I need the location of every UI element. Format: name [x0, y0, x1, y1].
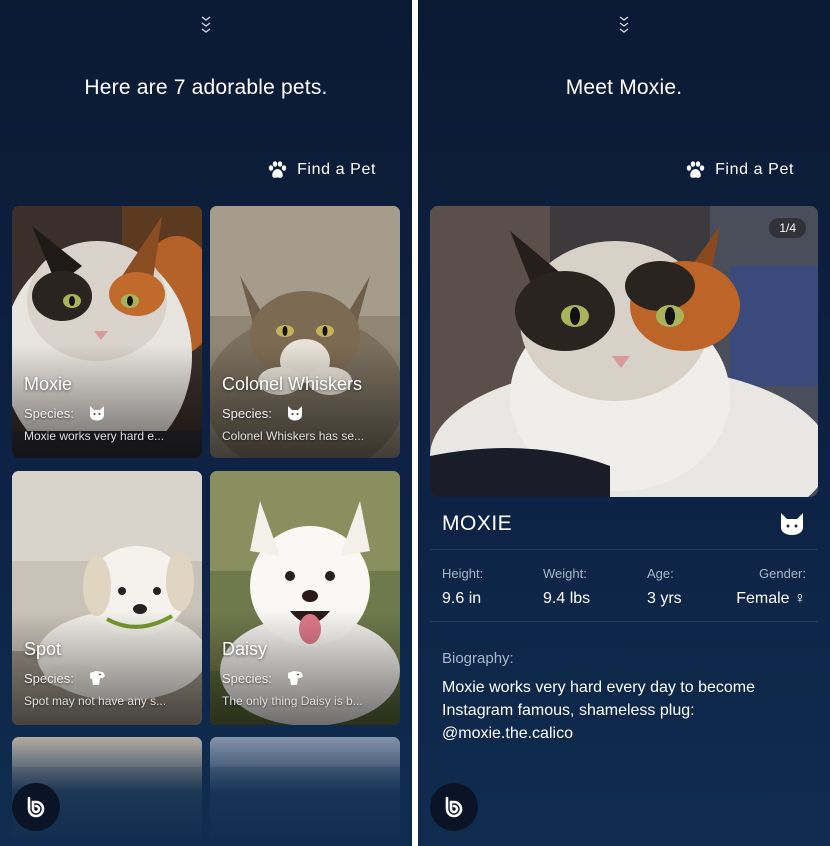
species-label: Species: [24, 670, 74, 686]
pet-name: Spot [24, 639, 62, 659]
dog-icon [287, 671, 303, 685]
stat-weight: Weight: 9.4 lbs [543, 566, 590, 608]
pet-name-title: MOXIE [442, 512, 513, 535]
stat-gender: Gender: Female ♀ [736, 566, 806, 608]
stat-value: 3 yrs [647, 590, 682, 607]
find-a-pet-label: Find a Pet [297, 161, 376, 178]
card-shade [210, 471, 400, 725]
species-row: Species: [222, 670, 304, 686]
find-a-pet-button[interactable]: Find a Pet [267, 160, 376, 180]
stat-age: Age: 3 yrs [647, 566, 682, 608]
scroll-fade [0, 726, 412, 846]
stat-value: 9.6 in [442, 590, 482, 607]
pet-photo-carousel[interactable]: 1/4 [430, 206, 818, 497]
pet-card-daisy[interactable]: Daisy Species: The only thing Daisy is b… [210, 471, 400, 725]
response-headline: Meet Moxie. [565, 76, 683, 99]
species-row: Species: [222, 405, 304, 421]
stat-value: Female ♀ [736, 590, 806, 607]
find-a-pet-button[interactable]: Find a Pet [685, 160, 794, 180]
photo-counter-badge: 1/4 [769, 218, 806, 238]
stat-label: Gender: [759, 566, 806, 581]
pet-list-screen: Here are 7 adorable pets. Find a Pet Mox… [0, 0, 412, 846]
pet-detail-screen: Meet Moxie. Find a Pet 1/4 MOXIE Height:… [418, 0, 830, 846]
find-a-pet-label: Find a Pet [715, 161, 794, 178]
stat-height: Height: 9.6 in [442, 566, 483, 608]
pet-name: Moxie [24, 374, 73, 394]
species-label: Species: [222, 405, 272, 421]
cat-icon [287, 406, 302, 421]
cat-icon [781, 513, 803, 535]
pet-description: Colonel Whiskers has se... [222, 429, 365, 443]
stat-label: Height: [442, 566, 484, 581]
bixby-icon [27, 796, 45, 818]
response-headline: Here are 7 adorable pets. [84, 76, 328, 99]
pet-photo [430, 206, 818, 497]
species-label: Species: [222, 670, 272, 686]
biography-text: Moxie works very hard every day to becom… [442, 679, 756, 742]
species-label: Species: [24, 405, 74, 421]
pet-description: The only thing Daisy is b... [222, 694, 363, 708]
biography-label: Biography: [442, 650, 514, 667]
pet-name: Colonel Whiskers [222, 374, 363, 394]
bixby-button[interactable] [12, 783, 60, 831]
collapse-chevron-icon[interactable] [199, 14, 213, 34]
stat-value: 9.4 lbs [543, 590, 591, 607]
dog-icon [89, 671, 105, 685]
stat-label: Weight: [543, 566, 587, 581]
divider [430, 549, 818, 550]
bixby-button[interactable] [430, 783, 478, 831]
paw-icon [268, 161, 287, 178]
bixby-icon [445, 796, 463, 818]
paw-icon [686, 161, 705, 178]
species-row: Species: [24, 405, 106, 421]
cat-icon [89, 406, 104, 421]
pet-name: Daisy [222, 639, 268, 659]
pet-card-colonel-whiskers[interactable]: Colonel Whiskers Species: Colonel Whiske… [210, 206, 400, 458]
species-row: Species: [24, 670, 106, 686]
stat-label: Age: [647, 566, 674, 581]
card-shade [12, 471, 202, 725]
collapse-chevron-icon[interactable] [617, 14, 631, 34]
pet-card-moxie[interactable]: Moxie Species: Moxie works very hard e..… [12, 206, 202, 458]
pet-description: Moxie works very hard e... [24, 429, 165, 443]
pet-description: Spot may not have any s... [24, 694, 167, 708]
pet-card-spot[interactable]: Spot Species: Spot may not have any s... [12, 471, 202, 725]
divider [430, 621, 818, 622]
